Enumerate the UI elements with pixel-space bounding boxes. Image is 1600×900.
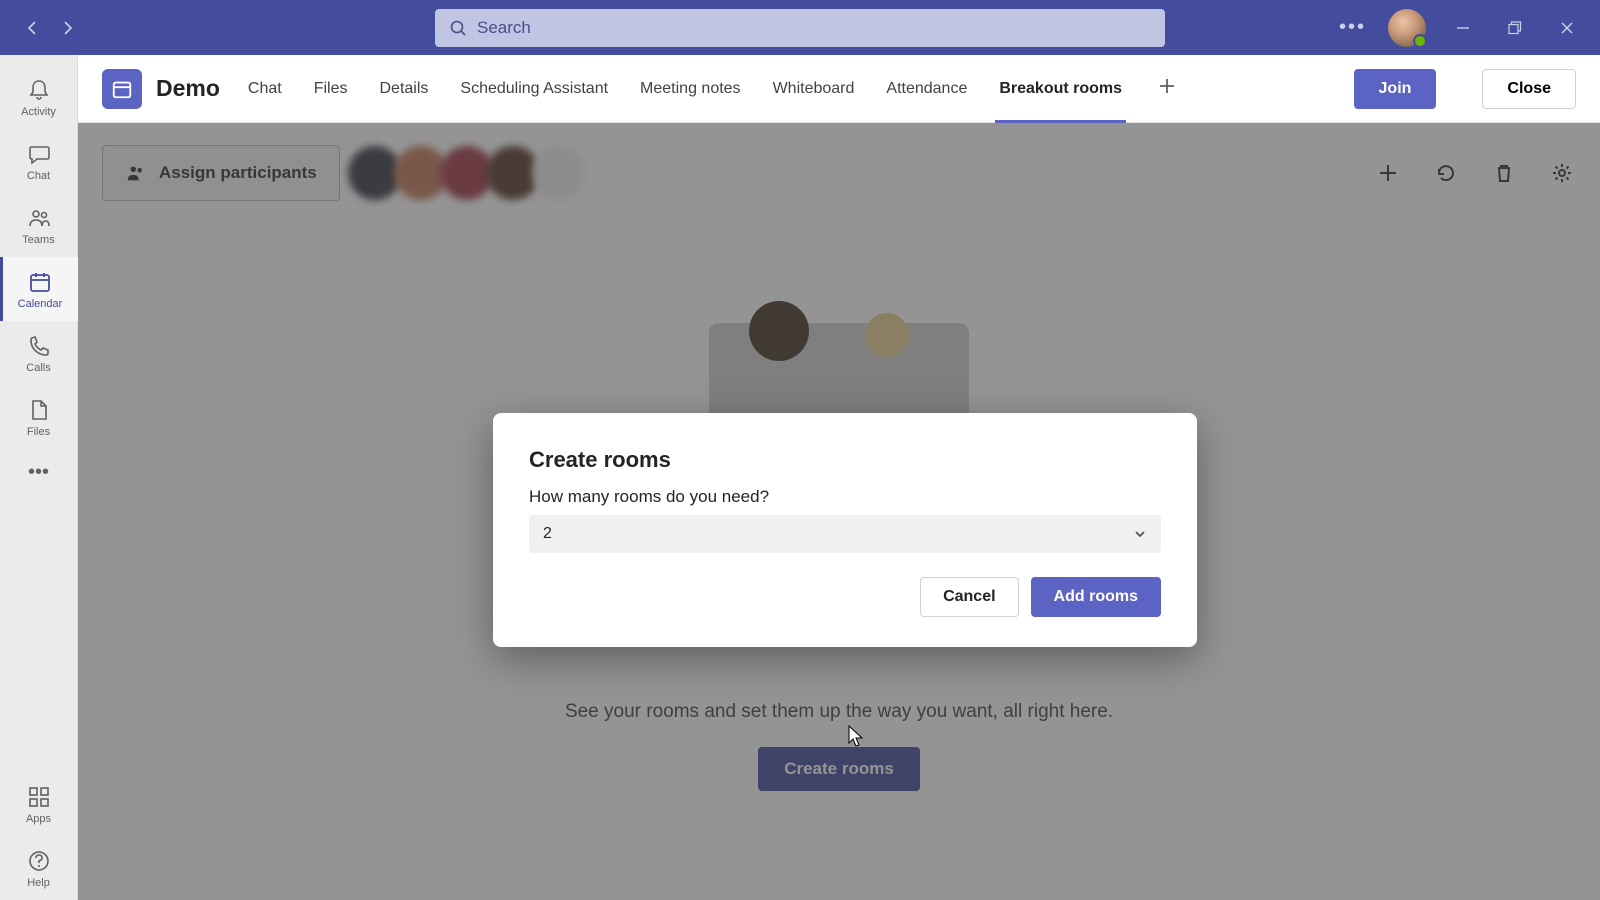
minimize-icon — [1456, 21, 1470, 35]
dialog-title: Create rooms — [529, 447, 1161, 473]
meeting-title: Demo — [156, 75, 220, 102]
rail-calendar[interactable]: Calendar — [0, 257, 78, 321]
help-icon — [26, 848, 52, 874]
presence-available-icon — [1413, 34, 1427, 48]
rail-label: Calls — [26, 362, 50, 374]
create-rooms-dialog: Create rooms How many rooms do you need?… — [493, 413, 1197, 647]
files-icon — [26, 397, 52, 423]
close-window-button[interactable] — [1552, 13, 1582, 43]
room-count-select[interactable]: 2 — [529, 515, 1161, 553]
cancel-button[interactable]: Cancel — [920, 577, 1018, 617]
more-button[interactable]: ••• — [1339, 16, 1366, 39]
rail-label: Activity — [21, 106, 56, 118]
rail-label: Teams — [22, 234, 54, 246]
maximize-icon — [1508, 21, 1522, 35]
close-meeting-button[interactable]: Close — [1482, 69, 1576, 109]
calendar-icon — [111, 78, 133, 100]
apps-icon — [26, 784, 52, 810]
tab-scheduling-assistant[interactable]: Scheduling Assistant — [458, 55, 610, 122]
calls-icon — [26, 333, 52, 359]
chevron-left-icon — [25, 20, 41, 36]
titlebar-right: ••• — [1339, 9, 1590, 47]
titlebar: ••• — [0, 0, 1600, 55]
main-column: Demo Chat Files Details Scheduling Assis… — [78, 55, 1600, 900]
rail-calls[interactable]: Calls — [0, 321, 78, 385]
rail-label: Chat — [27, 170, 50, 182]
bell-icon — [26, 77, 52, 103]
dialog-actions: Cancel Add rooms — [529, 577, 1161, 617]
tab-attendance[interactable]: Attendance — [884, 55, 969, 122]
forward-button[interactable] — [50, 11, 84, 45]
rail-apps[interactable]: Apps — [0, 772, 78, 836]
rail-label: Files — [27, 426, 50, 438]
rail-teams[interactable]: Teams — [0, 193, 78, 257]
add-tab-button[interactable] — [1152, 71, 1182, 106]
chevron-right-icon — [59, 20, 75, 36]
search-box[interactable] — [435, 9, 1165, 47]
meeting-tabs: Chat Files Details Scheduling Assistant … — [246, 55, 1182, 122]
meeting-header: Demo Chat Files Details Scheduling Assis… — [78, 55, 1600, 123]
back-button[interactable] — [16, 11, 50, 45]
tab-files[interactable]: Files — [312, 55, 350, 122]
tab-breakout-rooms[interactable]: Breakout rooms — [997, 55, 1124, 122]
rail-more[interactable]: ••• — [28, 449, 49, 496]
search-input[interactable] — [477, 18, 1151, 38]
close-icon — [1560, 21, 1574, 35]
rail-label: Calendar — [18, 298, 63, 310]
app-rail: Activity Chat Teams Calendar Calls — [0, 55, 78, 900]
rail-help[interactable]: Help — [0, 836, 78, 900]
maximize-button[interactable] — [1500, 13, 1530, 43]
tab-meeting-notes[interactable]: Meeting notes — [638, 55, 743, 122]
tab-details[interactable]: Details — [377, 55, 430, 122]
chat-icon — [26, 141, 52, 167]
rail-files[interactable]: Files — [0, 385, 78, 449]
dialog-question: How many rooms do you need? — [529, 487, 1161, 507]
tab-whiteboard[interactable]: Whiteboard — [771, 55, 857, 122]
chevron-down-icon — [1133, 527, 1147, 541]
rail-chat[interactable]: Chat — [0, 129, 78, 193]
minimize-button[interactable] — [1448, 13, 1478, 43]
rail-label: Apps — [26, 813, 51, 825]
teams-icon — [26, 205, 52, 231]
nav-arrows — [16, 11, 84, 45]
join-button[interactable]: Join — [1354, 69, 1437, 109]
plus-icon — [1158, 77, 1176, 95]
meeting-type-icon — [102, 69, 142, 109]
rail-activity[interactable]: Activity — [0, 65, 78, 129]
add-rooms-button[interactable]: Add rooms — [1031, 577, 1161, 617]
rail-label: Help — [27, 877, 50, 889]
room-count-value: 2 — [543, 525, 552, 543]
tab-chat[interactable]: Chat — [246, 55, 284, 122]
search-icon — [449, 19, 467, 37]
profile-avatar[interactable] — [1388, 9, 1426, 47]
calendar-icon — [27, 269, 53, 295]
